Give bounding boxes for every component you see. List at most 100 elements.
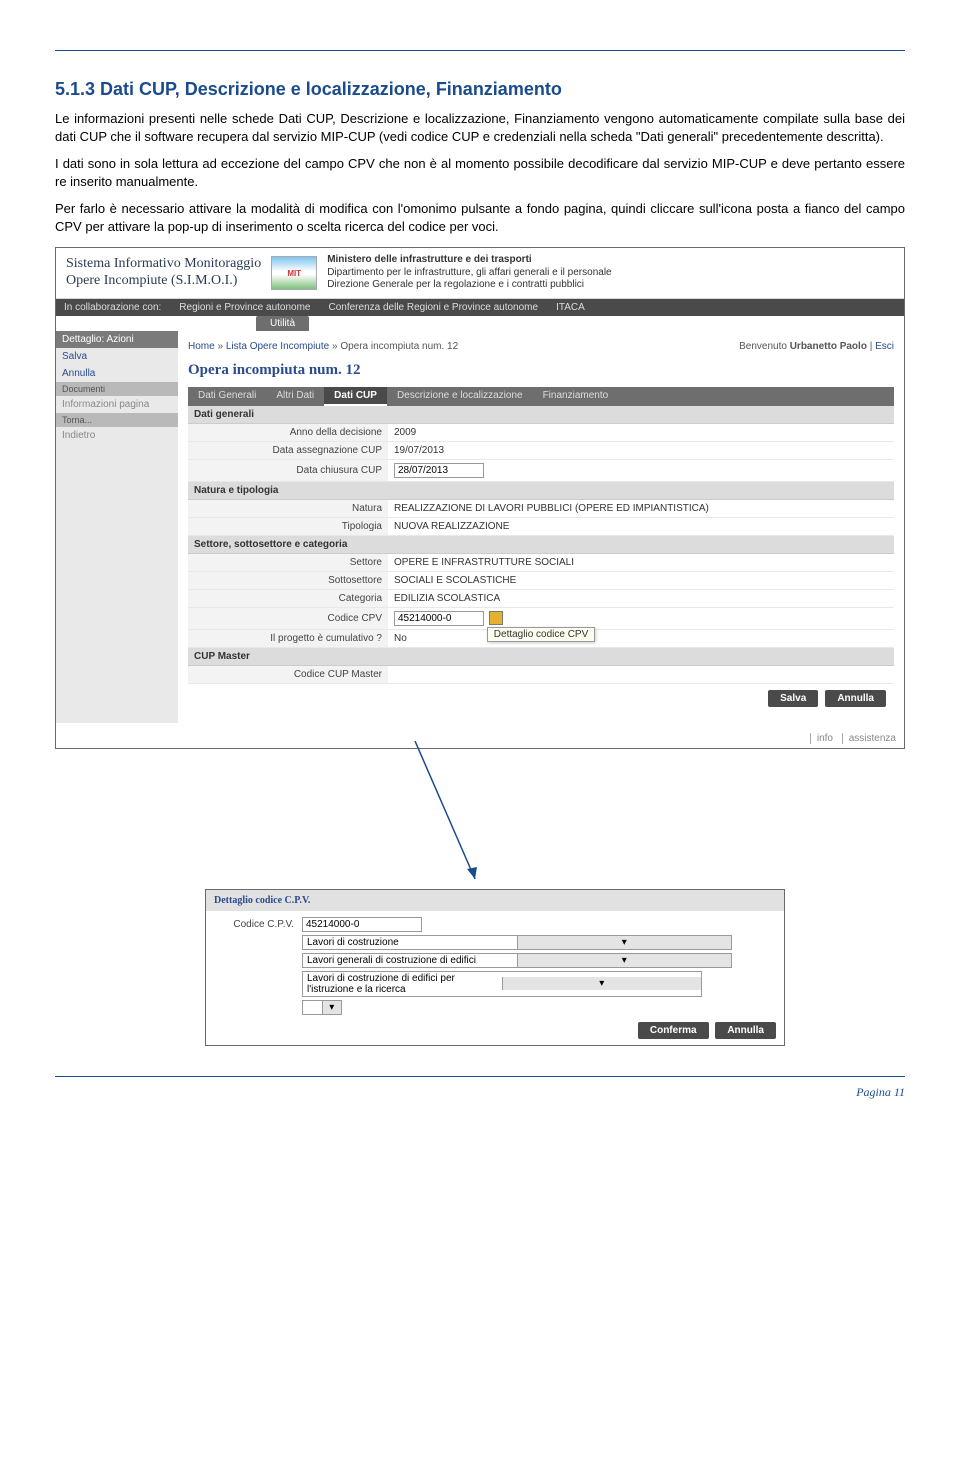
chevron-down-icon: ▾ bbox=[517, 954, 732, 967]
form-cup-master: Codice CUP Master bbox=[188, 666, 894, 684]
main-area: Home » Lista Opere Incompiute » Opera in… bbox=[178, 331, 904, 723]
breadcrumb: Home » Lista Opere Incompiute » Opera in… bbox=[188, 341, 458, 352]
form-dati-generali: Anno della decisione 2009 Data assegnazi… bbox=[188, 424, 894, 482]
cancel-button[interactable]: Annulla bbox=[825, 690, 886, 707]
mit-logo-icon: MIT bbox=[271, 256, 317, 290]
collab-bar: In collaborazione con: Regioni e Provinc… bbox=[56, 299, 904, 316]
ministry-block: Ministero delle infrastrutture e dei tra… bbox=[327, 254, 611, 292]
popup-confirm-button[interactable]: Conferma bbox=[638, 1022, 709, 1039]
crumb-home[interactable]: Home bbox=[188, 341, 215, 352]
chevron-down-icon: ▾ bbox=[322, 1001, 342, 1014]
popup-cancel-button[interactable]: Annulla bbox=[715, 1022, 776, 1039]
label-tipologia: Tipologia bbox=[188, 517, 388, 535]
app-body: Dettaglio: Azioni Salva Annulla Document… bbox=[56, 331, 904, 723]
label-categoria: Categoria bbox=[188, 589, 388, 607]
label-sottosettore: Sottosettore bbox=[188, 571, 388, 589]
page-title: Opera incompiuta num. 12 bbox=[188, 362, 894, 379]
sb-head-dettaglio: Dettaglio: Azioni bbox=[56, 331, 178, 348]
value-anno: 2009 bbox=[388, 424, 894, 442]
util-row: Utilità bbox=[56, 316, 904, 331]
sidebar: Dettaglio: Azioni Salva Annulla Document… bbox=[56, 331, 178, 723]
section-heading: 5.1.3 Dati CUP, Descrizione e localizzaz… bbox=[55, 79, 905, 100]
welcome-label: Benvenuto bbox=[739, 341, 790, 352]
label-data-assegn: Data assegnazione CUP bbox=[188, 441, 388, 459]
ministry-sub2: Direzione Generale per la regolazione e … bbox=[327, 279, 584, 290]
logout-link[interactable]: Esci bbox=[875, 341, 894, 352]
popup-label-code: Codice C.P.V. bbox=[214, 919, 294, 930]
app-title-2: Opere Incompiute (S.I.M.O.I.) bbox=[66, 273, 261, 290]
sb-salva[interactable]: Salva bbox=[56, 348, 178, 365]
section-cup-master: CUP Master bbox=[188, 648, 894, 666]
tab-altri-dati[interactable]: Altri Dati bbox=[266, 387, 324, 406]
sb-indietro[interactable]: Indietro bbox=[56, 427, 178, 444]
label-anno: Anno della decisione bbox=[188, 424, 388, 442]
section-settore: Settore, sottosettore e categoria bbox=[188, 536, 894, 554]
value-cup-master bbox=[388, 666, 894, 684]
user-name: Urbanetto Paolo bbox=[790, 341, 867, 352]
crumb-lista[interactable]: Lista Opere Incompiute bbox=[226, 341, 329, 352]
breadcrumb-row: Home » Lista Opere Incompiute » Opera in… bbox=[188, 337, 894, 362]
top-rule bbox=[55, 50, 905, 51]
popup-body: Codice C.P.V. Lavori di costruzione▾ Lav… bbox=[206, 911, 784, 1045]
popup-select-4[interactable]: ▾ bbox=[302, 1000, 342, 1015]
input-data-chiusura[interactable] bbox=[394, 463, 484, 478]
collab-1[interactable]: Regioni e Province autonome bbox=[179, 302, 310, 313]
ministry-sub1: Dipartimento per le infrastrutture, gli … bbox=[327, 267, 611, 278]
form-settore: Settore OPERE E INFRASTRUTTURE SOCIALI S… bbox=[188, 554, 894, 648]
crumb-sep1: » bbox=[217, 341, 225, 352]
label-natura: Natura bbox=[188, 500, 388, 518]
popup-sel3-text: Lavori di costruzione di edifici per l'i… bbox=[303, 972, 502, 996]
crumb-opera: Opera incompiuta num. 12 bbox=[340, 341, 458, 352]
label-cumul: Il progetto è cumulativo ? bbox=[188, 629, 388, 647]
input-cpv[interactable] bbox=[394, 611, 484, 626]
app-title-block: Sistema Informativo Monitoraggio Opere I… bbox=[66, 256, 261, 290]
value-categoria: EDILIZIA SCOLASTICA bbox=[388, 589, 894, 607]
popup-select-2[interactable]: Lavori generali di costruzione di edific… bbox=[302, 953, 732, 968]
cpv-detail-icon[interactable] bbox=[489, 611, 503, 625]
button-row: Salva Annulla bbox=[188, 684, 894, 713]
page-number: Pagina 11 bbox=[856, 1085, 905, 1099]
value-settore: OPERE E INFRASTRUTTURE SOCIALI bbox=[388, 554, 894, 572]
popup-title: Dettaglio codice C.P.V. bbox=[206, 890, 784, 911]
section-dati-generali: Dati generali bbox=[188, 406, 894, 424]
paragraph-1: Le informazioni presenti nelle schede Da… bbox=[55, 110, 905, 145]
collab-2[interactable]: Conferenza delle Regioni e Province auto… bbox=[329, 302, 539, 313]
label-settore: Settore bbox=[188, 554, 388, 572]
tab-dati-generali[interactable]: Dati Generali bbox=[188, 387, 266, 406]
welcome-block: Benvenuto Urbanetto Paolo | Esci bbox=[739, 341, 894, 352]
app-title-1: Sistema Informativo Monitoraggio bbox=[66, 256, 261, 273]
sb-head-documenti: Documenti bbox=[56, 382, 178, 396]
label-data-chiusura: Data chiusura CUP bbox=[188, 459, 388, 481]
tab-descrizione[interactable]: Descrizione e localizzazione bbox=[387, 387, 533, 406]
popup-input-code[interactable] bbox=[302, 917, 422, 932]
collab-label: In collaborazione con: bbox=[64, 302, 161, 313]
chevron-down-icon: ▾ bbox=[502, 977, 702, 990]
cpv-tooltip: Dettaglio codice CPV bbox=[487, 627, 596, 642]
util-menu[interactable]: Utilità bbox=[256, 316, 309, 331]
popup-window: Dettaglio codice C.P.V. Codice C.P.V. La… bbox=[205, 889, 785, 1046]
label-cpv: Codice CPV bbox=[188, 607, 388, 629]
ministry-title: Ministero delle infrastrutture e dei tra… bbox=[327, 254, 531, 265]
value-sottosettore: SOCIALI E SCOLASTICHE bbox=[388, 571, 894, 589]
footer-info[interactable]: info bbox=[810, 733, 833, 744]
form-natura: Natura REALIZZAZIONE DI LAVORI PUBBLICI … bbox=[188, 500, 894, 536]
sb-annulla[interactable]: Annulla bbox=[56, 365, 178, 382]
arrow-icon bbox=[355, 741, 555, 891]
tab-finanziamento[interactable]: Finanziamento bbox=[533, 387, 619, 406]
popup-sel1-text: Lavori di costruzione bbox=[303, 936, 517, 949]
popup-select-3[interactable]: Lavori di costruzione di edifici per l'i… bbox=[302, 971, 702, 997]
popup-select-1[interactable]: Lavori di costruzione▾ bbox=[302, 935, 732, 950]
popup-sel4-text bbox=[303, 1006, 322, 1008]
tab-dati-cup[interactable]: Dati CUP bbox=[324, 387, 387, 406]
footer-assistenza[interactable]: assistenza bbox=[842, 733, 896, 744]
section-natura: Natura e tipologia bbox=[188, 482, 894, 500]
label-cup-master: Codice CUP Master bbox=[188, 666, 388, 684]
app-window: Sistema Informativo Monitoraggio Opere I… bbox=[55, 247, 905, 749]
collab-3[interactable]: ITACA bbox=[556, 302, 585, 313]
value-tipologia: NUOVA REALIZZAZIONE bbox=[388, 517, 894, 535]
paragraph-2: I dati sono in sola lettura ad eccezione… bbox=[55, 155, 905, 190]
paragraph-3: Per farlo è necessario attivare la modal… bbox=[55, 200, 905, 235]
sb-head-torna: Torna... bbox=[56, 413, 178, 427]
save-button[interactable]: Salva bbox=[768, 690, 818, 707]
sb-info-pagina[interactable]: Informazioni pagina bbox=[56, 396, 178, 413]
